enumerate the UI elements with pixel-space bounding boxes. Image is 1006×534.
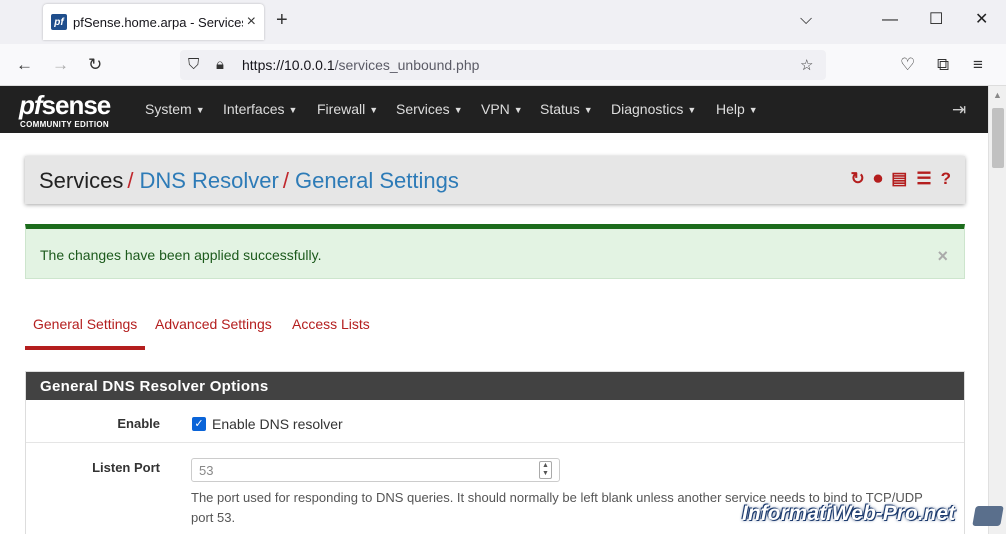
active-tab-indicator bbox=[25, 346, 145, 350]
caret-down-icon: ▼ bbox=[369, 105, 379, 115]
minimize-button[interactable]: — bbox=[882, 12, 898, 28]
laptop-logo-icon bbox=[972, 506, 1004, 526]
enable-row: Enable ✓ Enable DNS resolver bbox=[26, 400, 964, 443]
log-list-icon[interactable]: ☰ bbox=[916, 170, 931, 187]
page-title: Services / DNS Resolver / General Settings bbox=[39, 168, 459, 194]
scroll-up-icon[interactable]: ▲ bbox=[993, 90, 1002, 100]
tab-general-settings[interactable]: General Settings bbox=[33, 316, 137, 332]
maximize-button[interactable]: ☐ bbox=[929, 12, 943, 28]
caret-down-icon: ▼ bbox=[288, 105, 298, 115]
reload-icon[interactable]: ↻ bbox=[88, 56, 102, 73]
status-chart-icon[interactable]: ▤ bbox=[891, 170, 907, 187]
caret-down-icon: ▼ bbox=[583, 105, 593, 115]
watermark-text: InformatiWeb-Pro.net bbox=[742, 502, 956, 525]
listen-port-label: Listen Port bbox=[92, 460, 160, 475]
breadcrumb-separator: / bbox=[127, 168, 134, 193]
panel-title: General DNS Resolver Options bbox=[40, 378, 269, 395]
listen-port-placeholder: 53 bbox=[199, 463, 214, 478]
back-arrow-icon[interactable]: ← bbox=[16, 56, 33, 73]
caret-down-icon: ▼ bbox=[687, 105, 697, 115]
browser-toolbar: ← → ↻ ⛉ 🔒︎ https://10.0.0.1/services_unb… bbox=[0, 44, 1006, 86]
breadcrumb-separator: / bbox=[282, 168, 289, 193]
enable-checkbox-label[interactable]: Enable DNS resolver bbox=[212, 416, 343, 432]
extensions-icon[interactable]: ⧉ bbox=[937, 56, 949, 73]
browser-window: pf pfSense.home.arpa - Services: D × + ⌵… bbox=[0, 0, 1006, 534]
logo-wordmark: pfsense bbox=[19, 90, 111, 120]
pfsense-navbar: pfsense COMMUNITY EDITION System ▼ Interf… bbox=[0, 86, 988, 133]
address-bar[interactable]: ⛉ 🔒︎ https://10.0.0.1/services_unbound.p… bbox=[180, 50, 826, 80]
menu-diagnostics[interactable]: Diagnostics ▼ bbox=[611, 101, 696, 117]
page-content: pfsense COMMUNITY EDITION System ▼ Interf… bbox=[0, 86, 988, 534]
breadcrumb-root: Services bbox=[39, 168, 124, 193]
enable-label: Enable bbox=[117, 416, 160, 431]
menu-interfaces[interactable]: Interfaces ▼ bbox=[223, 101, 297, 117]
menu-system[interactable]: System ▼ bbox=[145, 101, 205, 117]
menu-status[interactable]: Status ▼ bbox=[540, 101, 593, 117]
alert-close-icon[interactable]: × bbox=[937, 246, 948, 267]
help-question-icon[interactable]: ? bbox=[941, 170, 951, 187]
tab-title: pfSense.home.arpa - Services: D bbox=[73, 14, 243, 30]
enable-checkbox[interactable]: ✓ bbox=[192, 417, 206, 431]
forward-arrow-icon[interactable]: → bbox=[52, 56, 69, 73]
close-window-button[interactable]: ✕ bbox=[975, 12, 988, 28]
success-alert: The changes have been applied successful… bbox=[25, 224, 965, 279]
listen-port-input[interactable]: 53 ▲ ▼ bbox=[191, 458, 560, 482]
menu-services[interactable]: Services ▼ bbox=[396, 101, 463, 117]
url-text: https://10.0.0.1/services_unbound.php bbox=[242, 57, 480, 73]
tab-close-icon[interactable]: × bbox=[247, 14, 256, 30]
tab-advanced-settings[interactable]: Advanced Settings bbox=[155, 316, 272, 332]
menu-firewall[interactable]: Firewall ▼ bbox=[317, 101, 378, 117]
tab-access-lists[interactable]: Access Lists bbox=[292, 316, 370, 332]
breadcrumb-dns-resolver[interactable]: DNS Resolver bbox=[139, 168, 278, 193]
stop-service-icon[interactable]: ⏺ bbox=[874, 170, 883, 187]
lock-icon[interactable]: 🔒︎ bbox=[216, 56, 224, 73]
pfsense-logo[interactable]: pfsense COMMUNITY EDITION bbox=[19, 90, 127, 130]
pfsense-favicon-icon: pf bbox=[51, 14, 67, 30]
caret-down-icon: ▼ bbox=[513, 105, 523, 115]
caret-down-icon: ▼ bbox=[453, 105, 463, 115]
browser-tab[interactable]: pf pfSense.home.arpa - Services: D × bbox=[43, 4, 264, 40]
tab-list-chevron-icon[interactable]: ⌵ bbox=[800, 12, 812, 28]
scrollbar-thumb[interactable] bbox=[992, 108, 1004, 168]
logout-icon[interactable]: ⇥ bbox=[952, 100, 966, 120]
breadcrumb: Services / DNS Resolver / General Settings ↻… bbox=[25, 156, 965, 204]
pocket-icon[interactable]: ♡ bbox=[900, 56, 915, 73]
caret-down-icon: ▼ bbox=[195, 105, 205, 115]
breadcrumb-general-settings[interactable]: General Settings bbox=[295, 168, 459, 193]
new-tab-button[interactable]: + bbox=[276, 10, 288, 30]
number-spinner[interactable]: ▲ ▼ bbox=[539, 461, 552, 479]
menu-vpn[interactable]: VPN ▼ bbox=[481, 101, 523, 117]
tracking-shield-icon[interactable]: ⛉ bbox=[188, 56, 199, 73]
restart-service-icon[interactable]: ↻ bbox=[851, 170, 865, 187]
panel-heading: General DNS Resolver Options bbox=[26, 372, 964, 400]
service-actions: ↻ ⏺ ▤ ☰ ? bbox=[851, 170, 951, 187]
alert-message: The changes have been applied successful… bbox=[40, 247, 322, 263]
menu-hamburger-icon[interactable]: ≡ bbox=[973, 56, 983, 73]
caret-down-icon: ▼ bbox=[748, 105, 758, 115]
tab-strip: pf pfSense.home.arpa - Services: D × + ⌵… bbox=[0, 0, 1006, 44]
menu-help[interactable]: Help ▼ bbox=[716, 101, 758, 117]
bookmark-star-icon[interactable]: ☆ bbox=[800, 56, 813, 74]
page-scrollbar[interactable]: ▲ bbox=[988, 86, 1006, 534]
logo-edition: COMMUNITY EDITION bbox=[20, 120, 109, 129]
